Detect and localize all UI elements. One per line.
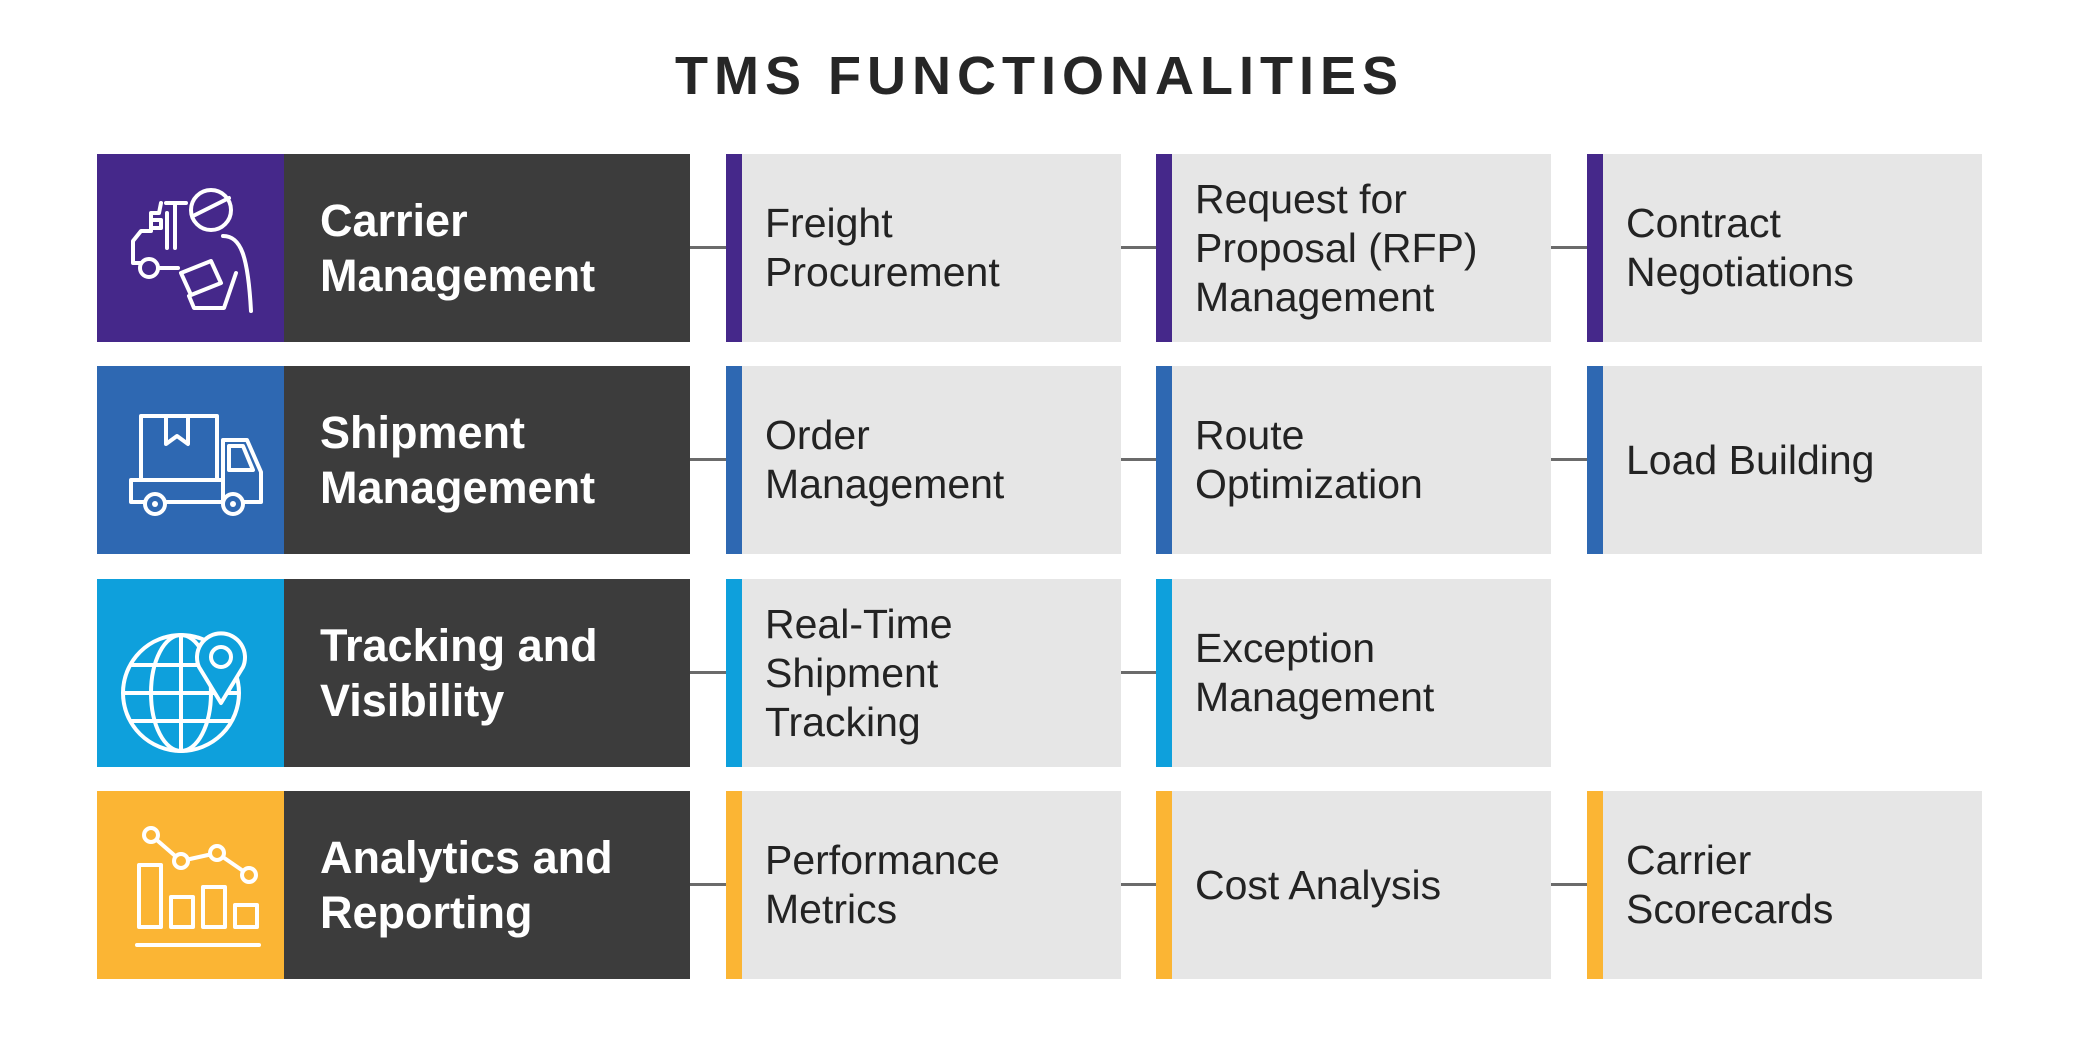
connector-line bbox=[1121, 458, 1156, 461]
connector-line bbox=[1551, 458, 1587, 461]
sub-item-label: Performance Metrics bbox=[765, 837, 1000, 932]
sub-item-performance-metrics: Performance Metrics bbox=[726, 791, 1121, 979]
sub-item-label: Carrier Scorecards bbox=[1626, 837, 1834, 932]
icon-box bbox=[97, 791, 284, 979]
sub-item-contract-negotiations: Contract Negotiations bbox=[1587, 154, 1982, 342]
accent-bar bbox=[726, 579, 742, 767]
accent-bar bbox=[1587, 154, 1603, 342]
main-label: Shipment Management bbox=[320, 407, 596, 513]
accent-bar bbox=[1587, 366, 1603, 554]
sub-item-real-time-shipment-tracking: Real-Time Shipment Tracking bbox=[726, 579, 1121, 767]
accent-bar bbox=[726, 366, 742, 554]
sub-item-freight-procurement: Freight Procurement bbox=[726, 154, 1121, 342]
sub-item-route-optimization: Route Optimization bbox=[1156, 366, 1551, 554]
main-card-tracking-visibility: Tracking and Visibility bbox=[97, 579, 690, 767]
accent-bar bbox=[1156, 154, 1172, 342]
connector-line bbox=[1121, 246, 1156, 249]
icon-box bbox=[97, 154, 284, 342]
connector-line bbox=[1551, 883, 1587, 886]
row-shipment-management: Shipment Management Order Management Rou… bbox=[97, 366, 1982, 554]
main-label: Tracking and Visibility bbox=[320, 620, 598, 726]
main-card-analytics-reporting: Analytics and Reporting bbox=[97, 791, 690, 979]
page-title: TMS FUNCTIONALITIES bbox=[675, 46, 1404, 106]
globe-location-pin-icon bbox=[120, 631, 247, 753]
icon-box bbox=[97, 579, 284, 767]
row-carrier-management: Carrier Management Freight Procurement R… bbox=[97, 154, 1982, 342]
sub-item-label: Contract Negotiations bbox=[1626, 200, 1854, 295]
delivery-truck-box-icon bbox=[128, 414, 263, 516]
row-tracking-visibility: Tracking and Visibility Real-Time Shipme… bbox=[97, 579, 1982, 767]
main-card-carrier-management: Carrier Management bbox=[97, 154, 690, 342]
sub-item-label: Load Building bbox=[1626, 436, 1875, 483]
connector-line bbox=[1121, 883, 1156, 886]
row-analytics-reporting: Analytics and Reporting Performance Metr… bbox=[97, 791, 1982, 979]
sub-item-rfp-management: Request for Proposal (RFP) Management bbox=[1156, 154, 1551, 342]
connector-line bbox=[690, 883, 726, 886]
accent-bar bbox=[726, 791, 742, 979]
connector-line bbox=[1121, 671, 1156, 674]
accent-bar bbox=[1156, 366, 1172, 554]
connector-line bbox=[690, 671, 726, 674]
sub-item-label: Freight Procurement bbox=[765, 200, 1000, 295]
sub-item-order-management: Order Management bbox=[726, 366, 1121, 554]
main-card-shipment-management: Shipment Management bbox=[97, 366, 690, 554]
main-label: Analytics and Reporting bbox=[320, 832, 613, 938]
connector-line bbox=[1551, 246, 1587, 249]
sub-item-exception-management: Exception Management bbox=[1156, 579, 1551, 767]
sub-item-label: Cost Analysis bbox=[1195, 861, 1442, 908]
accent-bar bbox=[1156, 791, 1172, 979]
accent-bar bbox=[726, 154, 742, 342]
connector-line bbox=[690, 246, 726, 249]
main-label: Carrier Management bbox=[320, 195, 596, 301]
sub-item-carrier-scorecards: Carrier Scorecards bbox=[1587, 791, 1982, 979]
sub-item-load-building: Load Building bbox=[1587, 366, 1982, 554]
icon-box bbox=[97, 366, 284, 554]
bar-line-chart-icon bbox=[134, 826, 261, 947]
sub-item-cost-analysis: Cost Analysis bbox=[1156, 791, 1551, 979]
truck-driver-clipboard-icon bbox=[130, 188, 253, 313]
sub-item-label: Exception Management bbox=[1195, 625, 1435, 720]
accent-bar bbox=[1156, 579, 1172, 767]
sub-item-label: Route Optimization bbox=[1195, 412, 1423, 507]
connector-line bbox=[690, 458, 726, 461]
sub-item-label: Real-Time Shipment Tracking bbox=[765, 600, 953, 745]
accent-bar bbox=[1587, 791, 1603, 979]
sub-item-label: Order Management bbox=[765, 412, 1005, 507]
sub-item-label: Request for Proposal (RFP) Management bbox=[1195, 175, 1478, 320]
